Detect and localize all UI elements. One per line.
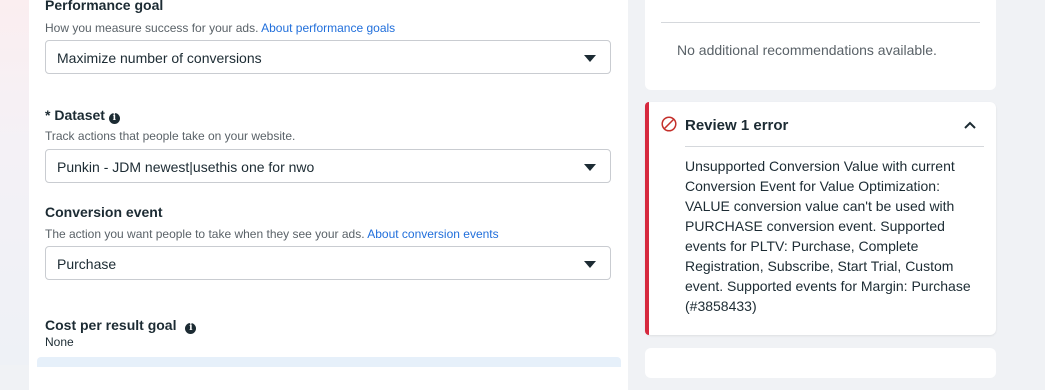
- conversion-event-description: The action you want people to take when …: [45, 227, 499, 241]
- conversion-event-select[interactable]: Purchase: [45, 246, 611, 280]
- performance-goal-select[interactable]: Maximize number of conversions: [45, 40, 611, 74]
- prohibited-icon: [661, 116, 677, 132]
- dataset-title: Dataset: [54, 107, 105, 123]
- performance-goal-value: Maximize number of conversions: [57, 50, 262, 66]
- caret-down-icon: [584, 261, 596, 268]
- cost-per-result-value: None: [45, 335, 74, 349]
- cost-per-result-title: Cost per result goal: [45, 317, 177, 333]
- dataset-description: Track actions that people take on your w…: [45, 129, 296, 143]
- conversion-event-title: Conversion event: [45, 204, 163, 220]
- cost-per-result-label: Cost per result goal i: [45, 317, 197, 334]
- review-error-message: Unsupported Conversion Value with curren…: [685, 158, 971, 314]
- info-icon[interactable]: i: [185, 323, 197, 334]
- about-conversion-events-link[interactable]: About conversion events: [367, 227, 498, 241]
- chevron-up-icon[interactable]: [963, 118, 977, 132]
- caret-down-icon: [584, 164, 596, 171]
- error-accent-bar: [645, 102, 649, 335]
- review-error-title: Review 1 error: [685, 117, 789, 134]
- conversion-event-description-text: The action you want people to take when …: [45, 227, 365, 241]
- review-error-card: Review 1 error Unsupported Conversion Va…: [645, 102, 996, 335]
- performance-goal-title: Performance goal: [45, 0, 164, 13]
- caret-down-icon: [584, 55, 596, 62]
- recommendations-card: No additional recommendations available.: [645, 0, 996, 90]
- required-marker: *: [45, 107, 51, 123]
- next-card: [645, 348, 996, 378]
- info-icon[interactable]: i: [108, 113, 120, 124]
- divider: [685, 146, 984, 147]
- dataset-value: Punkin - JDM newest|usethis one for nwo: [57, 159, 315, 175]
- divider: [661, 22, 980, 23]
- next-section-band: [37, 357, 621, 367]
- about-performance-goals-link[interactable]: About performance goals: [261, 21, 395, 35]
- dataset-label: * Dataset i: [45, 107, 120, 124]
- recommendations-text: No additional recommendations available.: [677, 42, 937, 58]
- performance-goal-description: How you measure success for your ads. Ab…: [45, 21, 395, 35]
- conversion-event-value: Purchase: [57, 256, 117, 272]
- performance-goal-description-text: How you measure success for your ads.: [45, 21, 259, 35]
- dataset-select[interactable]: Punkin - JDM newest|usethis one for nwo: [45, 149, 611, 183]
- background-strip: [0, 0, 29, 365]
